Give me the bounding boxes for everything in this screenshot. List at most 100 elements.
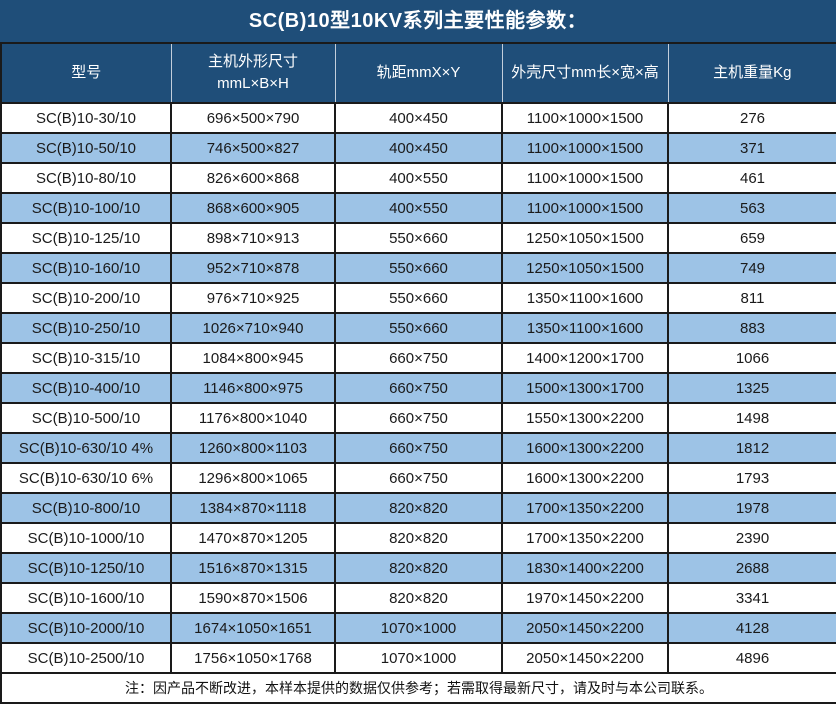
header-row: 型号 主机外形尺寸 mmL×B×H 轨距mmX×Y 外壳尺寸mm长×宽×高 主机… (1, 43, 836, 103)
cell-weight: 2688 (668, 553, 836, 583)
cell-rail: 550×660 (335, 313, 502, 343)
cell-size: 696×500×790 (171, 103, 335, 133)
cell-rail: 1070×1000 (335, 643, 502, 673)
cell-rail: 550×660 (335, 223, 502, 253)
table-row: SC(B)10-50/10 746×500×827 400×450 1100×1… (1, 133, 836, 163)
cell-size: 1146×800×975 (171, 373, 335, 403)
cell-model: SC(B)10-100/10 (1, 193, 171, 223)
cell-model: SC(B)10-160/10 (1, 253, 171, 283)
cell-rail: 820×820 (335, 523, 502, 553)
cell-weight: 659 (668, 223, 836, 253)
table-row: SC(B)10-800/10 1384×870×1118 820×820 170… (1, 493, 836, 523)
cell-weight: 1793 (668, 463, 836, 493)
cell-size: 1296×800×1065 (171, 463, 335, 493)
cell-shell: 1250×1050×1500 (502, 223, 668, 253)
cell-weight: 4896 (668, 643, 836, 673)
cell-model: SC(B)10-125/10 (1, 223, 171, 253)
cell-size: 868×600×905 (171, 193, 335, 223)
table-row: SC(B)10-400/10 1146×800×975 660×750 1500… (1, 373, 836, 403)
table-row: SC(B)10-250/10 1026×710×940 550×660 1350… (1, 313, 836, 343)
table-row: SC(B)10-30/10 696×500×790 400×450 1100×1… (1, 103, 836, 133)
cell-weight: 3341 (668, 583, 836, 613)
cell-shell: 2050×1450×2200 (502, 613, 668, 643)
cell-size: 1176×800×1040 (171, 403, 335, 433)
spec-sheet: SC(B)10型10KV系列主要性能参数： 型号 主机外形尺寸 mmL×B×H … (0, 0, 836, 704)
cell-model: SC(B)10-800/10 (1, 493, 171, 523)
col-header-model-label: 型号 (2, 62, 171, 84)
footnote: 注：因产品不断改进，本样本提供的数据仅供参考；若需取得最新尺寸，请及时与本公司联… (1, 673, 836, 703)
cell-weight: 749 (668, 253, 836, 283)
cell-model: SC(B)10-315/10 (1, 343, 171, 373)
cell-size: 746×500×827 (171, 133, 335, 163)
cell-rail: 1070×1000 (335, 613, 502, 643)
table-row: SC(B)10-630/10 6% 1296×800×1065 660×750 … (1, 463, 836, 493)
cell-weight: 371 (668, 133, 836, 163)
table-row: SC(B)10-315/10 1084×800×945 660×750 1400… (1, 343, 836, 373)
page-title: SC(B)10型10KV系列主要性能参数： (0, 0, 836, 42)
table-row: SC(B)10-125/10 898×710×913 550×660 1250×… (1, 223, 836, 253)
col-header-weight: 主机重量Kg (668, 43, 836, 103)
cell-model: SC(B)10-1250/10 (1, 553, 171, 583)
cell-rail: 820×820 (335, 583, 502, 613)
cell-model: SC(B)10-50/10 (1, 133, 171, 163)
table-row: SC(B)10-100/10 868×600×905 400×550 1100×… (1, 193, 836, 223)
table-row: SC(B)10-1600/10 1590×870×1506 820×820 19… (1, 583, 836, 613)
cell-rail: 820×820 (335, 553, 502, 583)
cell-size: 898×710×913 (171, 223, 335, 253)
cell-weight: 1498 (668, 403, 836, 433)
table-row: SC(B)10-1250/10 1516×870×1315 820×820 18… (1, 553, 836, 583)
cell-weight: 811 (668, 283, 836, 313)
table-row: SC(B)10-500/10 1176×800×1040 660×750 155… (1, 403, 836, 433)
cell-size: 1084×800×945 (171, 343, 335, 373)
cell-size: 1674×1050×1651 (171, 613, 335, 643)
cell-model: SC(B)10-1600/10 (1, 583, 171, 613)
cell-shell: 1550×1300×2200 (502, 403, 668, 433)
cell-rail: 550×660 (335, 253, 502, 283)
col-header-size: 主机外形尺寸 mmL×B×H (171, 43, 335, 103)
cell-shell: 1100×1000×1500 (502, 163, 668, 193)
cell-model: SC(B)10-2000/10 (1, 613, 171, 643)
cell-shell: 2050×1450×2200 (502, 643, 668, 673)
table-row: SC(B)10-2500/10 1756×1050×1768 1070×1000… (1, 643, 836, 673)
cell-shell: 1600×1300×2200 (502, 433, 668, 463)
cell-model: SC(B)10-630/10 4% (1, 433, 171, 463)
cell-model: SC(B)10-250/10 (1, 313, 171, 343)
cell-model: SC(B)10-30/10 (1, 103, 171, 133)
cell-size: 1384×870×1118 (171, 493, 335, 523)
cell-model: SC(B)10-200/10 (1, 283, 171, 313)
table-row: SC(B)10-2000/10 1674×1050×1651 1070×1000… (1, 613, 836, 643)
cell-shell: 1250×1050×1500 (502, 253, 668, 283)
cell-size: 1260×800×1103 (171, 433, 335, 463)
cell-shell: 1400×1200×1700 (502, 343, 668, 373)
cell-size: 952×710×878 (171, 253, 335, 283)
cell-weight: 461 (668, 163, 836, 193)
col-header-model: 型号 (1, 43, 171, 103)
cell-rail: 660×750 (335, 343, 502, 373)
cell-rail: 550×660 (335, 283, 502, 313)
cell-rail: 400×450 (335, 133, 502, 163)
col-header-shell-label: 外壳尺寸mm长×宽×高 (503, 62, 668, 84)
cell-shell: 1350×1100×1600 (502, 313, 668, 343)
table-row: SC(B)10-80/10 826×600×868 400×550 1100×1… (1, 163, 836, 193)
cell-shell: 1700×1350×2200 (502, 493, 668, 523)
cell-weight: 1066 (668, 343, 836, 373)
cell-model: SC(B)10-500/10 (1, 403, 171, 433)
cell-model: SC(B)10-630/10 6% (1, 463, 171, 493)
col-header-weight-label: 主机重量Kg (669, 62, 836, 84)
cell-rail: 400×450 (335, 103, 502, 133)
table-row: SC(B)10-1000/10 1470×870×1205 820×820 17… (1, 523, 836, 553)
cell-rail: 400×550 (335, 163, 502, 193)
cell-size: 1516×870×1315 (171, 553, 335, 583)
table-row: SC(B)10-630/10 4% 1260×800×1103 660×750 … (1, 433, 836, 463)
col-header-rail: 轨距mmX×Y (335, 43, 502, 103)
cell-model: SC(B)10-1000/10 (1, 523, 171, 553)
table-row: SC(B)10-160/10 952×710×878 550×660 1250×… (1, 253, 836, 283)
cell-size: 1470×870×1205 (171, 523, 335, 553)
cell-size: 1026×710×940 (171, 313, 335, 343)
cell-weight: 1325 (668, 373, 836, 403)
spec-table: 型号 主机外形尺寸 mmL×B×H 轨距mmX×Y 外壳尺寸mm长×宽×高 主机… (0, 42, 836, 704)
cell-shell: 1830×1400×2200 (502, 553, 668, 583)
cell-size: 826×600×868 (171, 163, 335, 193)
table-header: 型号 主机外形尺寸 mmL×B×H 轨距mmX×Y 外壳尺寸mm长×宽×高 主机… (1, 43, 836, 103)
cell-shell: 1350×1100×1600 (502, 283, 668, 313)
